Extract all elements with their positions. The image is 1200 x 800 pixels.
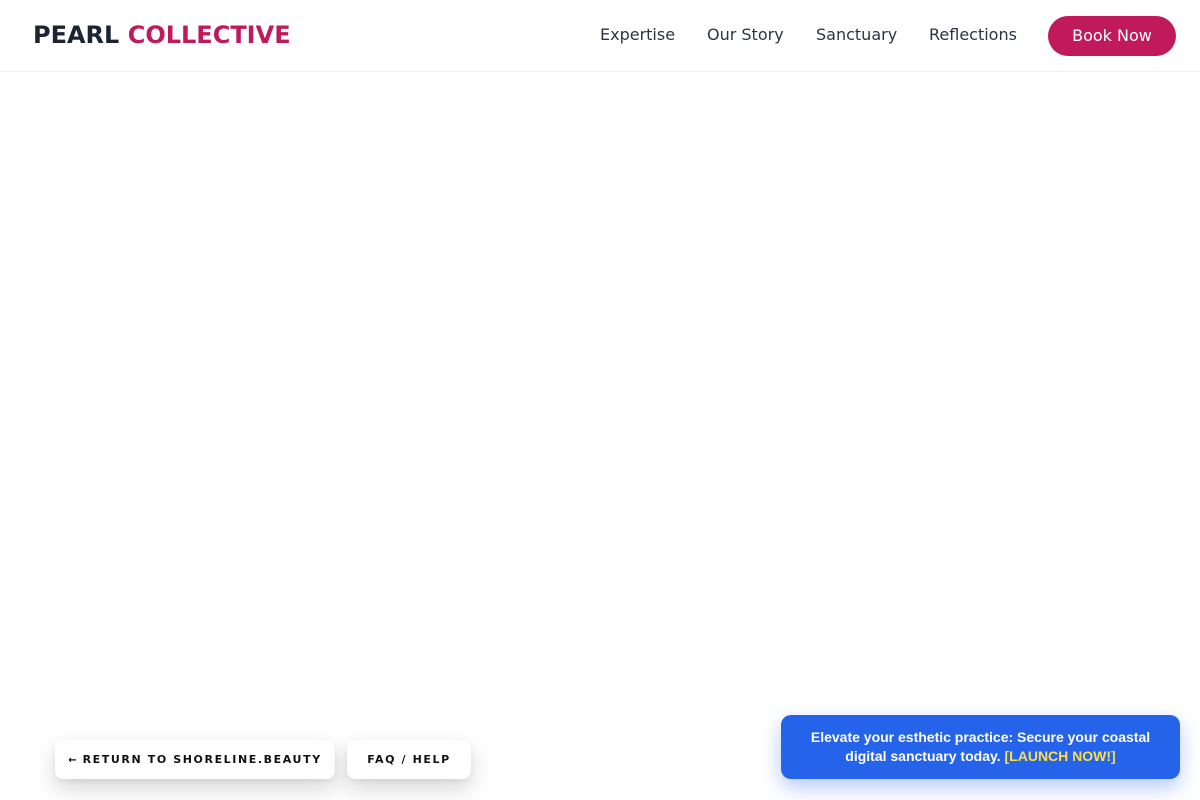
faq-help-button[interactable]: FAQ / HELP [347,740,471,779]
arrow-left-icon: ← [68,755,77,766]
main-nav: Expertise Our Story Sanctuary Reflection… [0,24,1200,48]
promo-banner[interactable]: Elevate your esthetic practice: Secure y… [781,715,1180,779]
return-to-shoreline-button[interactable]: ← RETURN TO SHORELINE.BEAUTY [55,740,335,779]
nav-link-reflections[interactable]: Reflections [929,24,1017,46]
return-label: RETURN TO SHORELINE.BEAUTY [82,753,322,766]
nav-link-sanctuary[interactable]: Sanctuary [816,24,897,46]
nav-link-expertise[interactable]: Expertise [600,24,675,46]
book-now-button[interactable]: Book Now [1048,16,1176,56]
nav-link-our-story[interactable]: Our Story [707,24,784,46]
site-header: PEARL COLLECTIVE Expertise Our Story San… [0,0,1200,72]
promo-cta-link[interactable]: [LAUNCH NOW!] [1005,748,1116,764]
faq-label: FAQ / HELP [367,753,451,766]
page: PEARL COLLECTIVE Expertise Our Story San… [0,0,1200,800]
